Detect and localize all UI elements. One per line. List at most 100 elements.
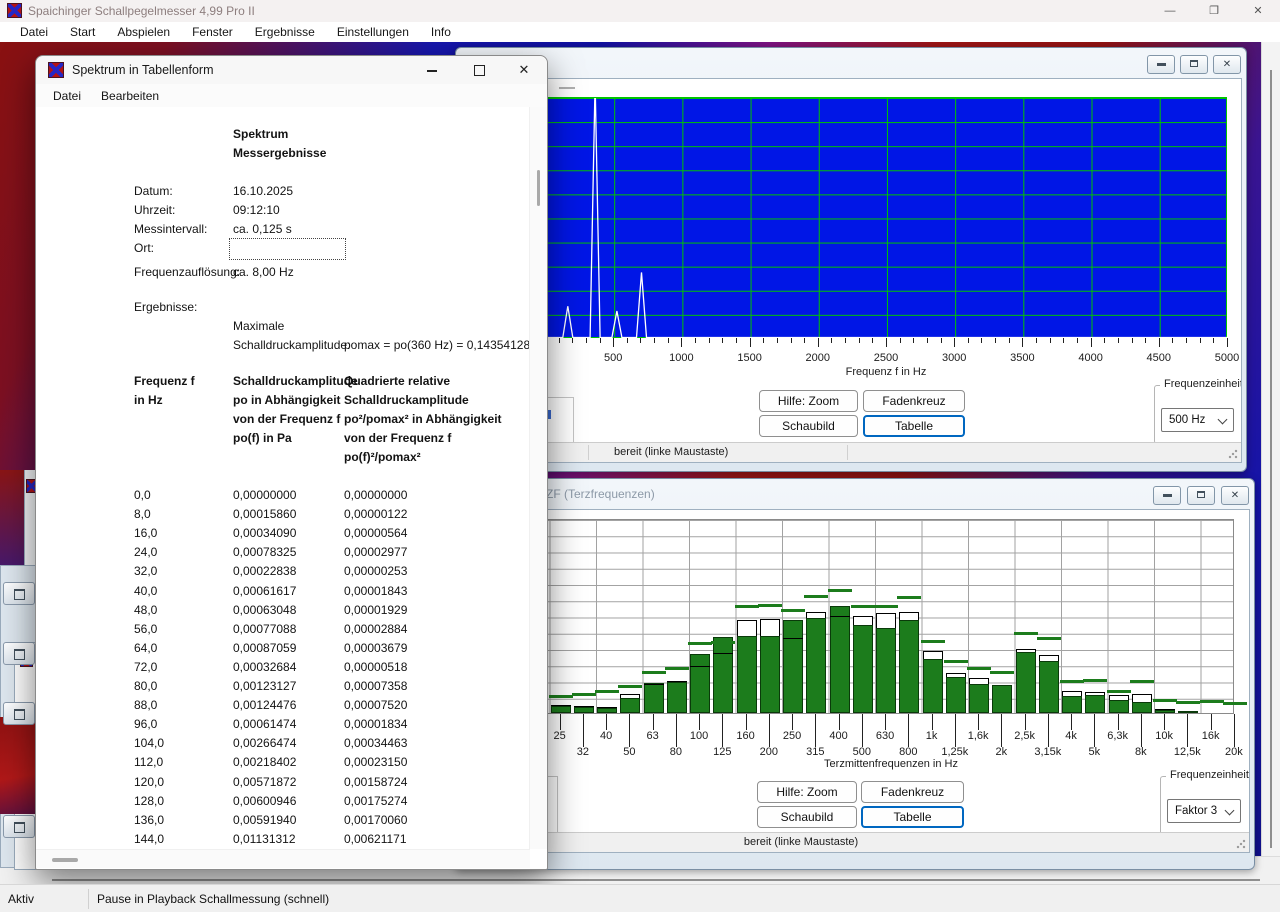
maximize-button[interactable]: [1180, 55, 1208, 74]
bar-level[interactable]: [620, 698, 640, 713]
bar-level[interactable]: [1085, 695, 1105, 713]
spectrum-plot[interactable]: [545, 97, 1227, 338]
table-cell: 0,00087059: [233, 641, 296, 655]
bar-max-line: [783, 638, 803, 639]
table-cell: 0,00000122: [344, 507, 407, 521]
bar-level[interactable]: [806, 618, 826, 713]
bar-peak-marker: [1223, 702, 1247, 705]
clear-crosshair-button[interactable]: Fadenkreuz löschen: [863, 390, 965, 412]
x-tick-label: 63: [646, 730, 658, 742]
frequenzeinheit-select[interactable]: Faktor 3: [1167, 799, 1241, 823]
help-zoom-button[interactable]: Hilfe: Zoom: [757, 781, 857, 803]
scrollbar-thumb[interactable]: [52, 858, 78, 862]
table-menu-item-bearbeiten[interactable]: Bearbeiten: [91, 89, 169, 103]
restore-button[interactable]: ❐: [1192, 0, 1236, 22]
bar-level[interactable]: [899, 620, 919, 713]
main-titlebar[interactable]: Spaichinger Schallpegelmesser 4,99 Pro I…: [0, 0, 1280, 22]
table-cell: 0,00266474: [233, 736, 296, 750]
tabelle-button[interactable]: Tabelle: [863, 415, 965, 437]
x-tick: [1200, 338, 1201, 343]
bar-level[interactable]: [574, 707, 594, 713]
table-window-titlebar[interactable]: Spektrum in Tabellenform ✕: [36, 56, 547, 85]
menu-item-abspielen[interactable]: Abspielen: [106, 25, 181, 39]
spektrum-tabelle-window[interactable]: Spektrum in Tabellenform ✕ DateiBearbeit…: [35, 55, 548, 870]
bar-level[interactable]: [760, 636, 780, 713]
terz-window-client: 2532405063801001251602002503154005006308…: [460, 509, 1250, 853]
table-cell: 104,0: [134, 736, 164, 750]
bar-level[interactable]: [713, 637, 733, 713]
table-cell: 0,00000000: [344, 488, 407, 502]
terz-plot[interactable]: [502, 519, 1234, 714]
bar-level[interactable]: [737, 636, 757, 713]
spectrum-chart-window[interactable]: ✕ 50010001500200025003000350040004500500…: [455, 47, 1247, 472]
table-horizontal-scrollbar[interactable]: [36, 849, 530, 868]
resize-grip[interactable]: [1228, 449, 1238, 459]
maximize-button[interactable]: [459, 56, 499, 84]
x-tick-label: 315: [806, 746, 824, 758]
bar-level[interactable]: [853, 625, 873, 713]
menu-item-datei[interactable]: Datei: [9, 25, 59, 39]
frequenzeinheit-label: Frequenzeinheit: [1166, 769, 1250, 781]
maximize-button[interactable]: [1187, 486, 1215, 505]
bar-level[interactable]: [1062, 696, 1082, 713]
scrollbar-thumb[interactable]: [537, 170, 540, 206]
minimize-button[interactable]: [1153, 486, 1181, 505]
bar-level[interactable]: [923, 659, 943, 713]
tabelle-button[interactable]: Tabelle: [861, 806, 964, 828]
bar-level[interactable]: [876, 628, 896, 713]
menu-item-info[interactable]: Info: [420, 25, 462, 39]
x-tick: [1159, 338, 1160, 347]
bar-level[interactable]: [969, 684, 989, 713]
close-button[interactable]: ✕: [1213, 55, 1241, 74]
bar-peak-marker: [897, 596, 921, 599]
resize-grip[interactable]: [1236, 839, 1246, 849]
restore-button[interactable]: [3, 642, 35, 665]
menu-item-start[interactable]: Start: [59, 25, 106, 39]
bar-level[interactable]: [690, 654, 710, 713]
bar-level[interactable]: [946, 677, 966, 713]
ort-input[interactable]: [229, 238, 346, 260]
bar-peak-marker: [572, 693, 596, 696]
spektrum-document[interactable]: Spektrum Messergebnisse Datum: 16.10.202…: [36, 107, 530, 849]
minimize-button[interactable]: [1147, 55, 1175, 74]
mdi-vertical-scrollbar[interactable]: [1261, 42, 1280, 884]
bar-level[interactable]: [1178, 711, 1198, 713]
table-vertical-scrollbar[interactable]: [529, 107, 547, 849]
x-tick-label: 400: [829, 730, 847, 742]
bar-level[interactable]: [992, 685, 1012, 713]
bar-level[interactable]: [1039, 661, 1059, 713]
terz-chart-window[interactable]: ZF (Terzfrequenzen) ✕ 253240506380100125…: [455, 478, 1255, 870]
menu-item-fenster[interactable]: Fenster: [181, 25, 244, 39]
x-tick-label: 40: [600, 730, 612, 742]
schaubild-button[interactable]: Schaubild: [759, 415, 858, 437]
bar-peak-marker: [804, 595, 828, 598]
bar-level[interactable]: [644, 683, 664, 713]
help-zoom-button[interactable]: Hilfe: Zoom: [759, 390, 858, 412]
close-button[interactable]: ✕: [1236, 0, 1280, 22]
bar-level[interactable]: [783, 620, 803, 713]
restore-button[interactable]: [3, 815, 35, 838]
bar-level[interactable]: [597, 708, 617, 713]
menu-item-ergebnisse[interactable]: Ergebnisse: [244, 25, 326, 39]
table-menu-item-datei[interactable]: Datei: [43, 89, 91, 103]
restore-button[interactable]: [3, 582, 35, 605]
bar-level[interactable]: [1155, 710, 1175, 713]
schaubild-button[interactable]: Schaubild: [757, 806, 857, 828]
minimize-button[interactable]: —: [1148, 0, 1192, 22]
bar-peak-marker: [711, 641, 735, 644]
x-tick: [1071, 714, 1072, 730]
close-button[interactable]: ✕: [1221, 486, 1249, 505]
bar-level[interactable]: [830, 606, 850, 713]
minimize-button[interactable]: [412, 56, 452, 84]
bar-level[interactable]: [1132, 702, 1152, 713]
close-button[interactable]: ✕: [504, 56, 544, 84]
bar-level[interactable]: [1109, 700, 1129, 713]
menu-item-einstellungen[interactable]: Einstellungen: [326, 25, 420, 39]
restore-button[interactable]: [3, 702, 35, 725]
bar-level[interactable]: [667, 682, 687, 713]
frequenzeinheit-select[interactable]: 500 Hz: [1161, 408, 1234, 432]
clear-crosshair-button[interactable]: Fadenkreuz löschen: [861, 781, 964, 803]
bar-level[interactable]: [1016, 652, 1036, 713]
bar-level[interactable]: [551, 706, 571, 713]
x-tick: [818, 338, 819, 347]
